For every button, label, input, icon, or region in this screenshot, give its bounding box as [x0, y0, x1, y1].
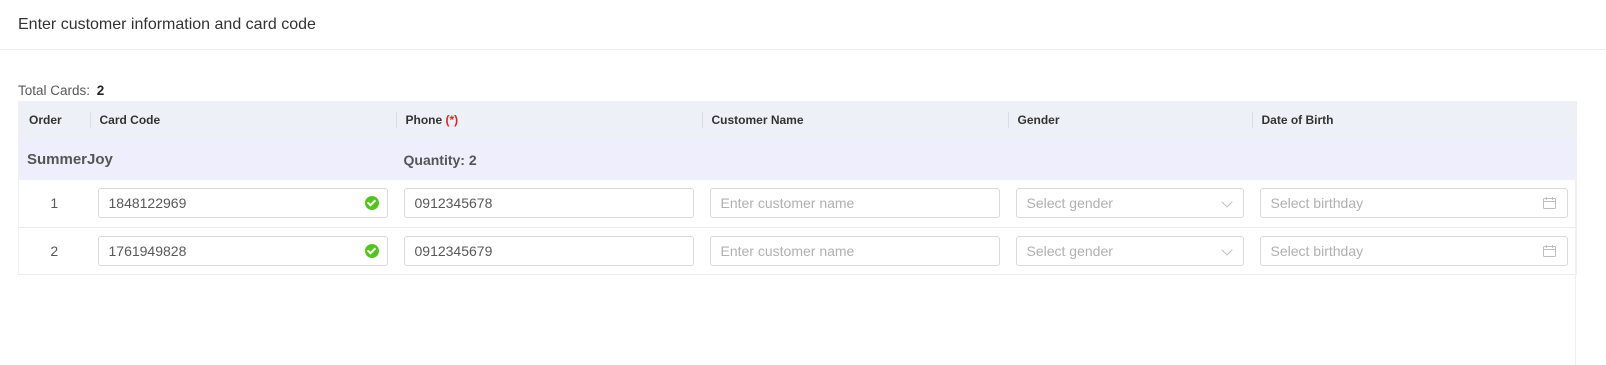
gender-select[interactable]: Select gender: [1015, 235, 1244, 266]
column-header-dob: Date of Birth: [1251, 101, 1577, 139]
total-cards-label: Total Cards:: [18, 83, 91, 98]
check-circle-icon: [364, 196, 379, 211]
cards-table: Order Card Code Phone (*) Customer Name …: [18, 101, 1577, 275]
group-name-cell: SummerJoy: [18, 139, 396, 180]
scrollbar-track[interactable]: [1575, 103, 1588, 365]
total-cards: Total Cards: 2: [18, 81, 1588, 101]
row-order: 1: [18, 180, 90, 228]
check-circle-icon: [364, 243, 379, 258]
customer-name-input[interactable]: Enter customer name: [709, 235, 1000, 266]
chevron-down-icon: [1220, 243, 1233, 256]
customer-name-placeholder: Enter customer name: [720, 242, 855, 259]
row-order: 2: [18, 227, 90, 275]
column-header-gender: Gender: [1007, 101, 1252, 139]
birthday-picker[interactable]: Select birthday: [1259, 188, 1568, 219]
card-code-cell: 1761949828: [89, 227, 396, 275]
gender-placeholder: Select gender: [1026, 195, 1113, 212]
gender-cell: Select gender: [1007, 180, 1252, 228]
card-code-input[interactable]: 1761949828: [97, 235, 388, 266]
column-header-card-code: Card Code: [89, 101, 396, 139]
birthday-placeholder: Select birthday: [1270, 195, 1364, 212]
gender-select[interactable]: Select gender: [1015, 188, 1244, 219]
required-marker: (*): [445, 113, 459, 127]
page-title: Enter customer information and card code: [18, 15, 316, 33]
phone-cell: 0912345679: [395, 227, 702, 275]
page-header: Enter customer information and card code: [0, 0, 1606, 50]
group-row: SummerJoy Quantity: 2: [18, 139, 1577, 180]
group-name: SummerJoy: [27, 151, 113, 168]
gender-cell: Select gender: [1007, 227, 1252, 275]
customer-name-cell: Enter customer name: [701, 227, 1008, 275]
column-header-phone: Phone (*): [395, 101, 702, 139]
table-header-row: Order Card Code Phone (*) Customer Name …: [18, 101, 1577, 139]
total-cards-value: 2: [96, 83, 105, 98]
group-quantity-cell: Quantity: 2: [395, 139, 1577, 180]
birthday-picker[interactable]: Select birthday: [1259, 235, 1568, 266]
main-content: Total Cards: 2 Order Card Code Phone (*)…: [0, 81, 1606, 365]
card-code-cell: 1848122969: [89, 180, 396, 228]
phone-value: 0912345678: [414, 195, 493, 212]
column-header-order: Order: [18, 101, 90, 139]
phone-input[interactable]: 0912345678: [403, 188, 694, 219]
calendar-icon: [1543, 244, 1556, 257]
card-code-value: 1848122969: [108, 195, 187, 212]
phone-cell: 0912345678: [395, 180, 702, 228]
card-code-value: 1761949828: [108, 242, 187, 259]
phone-value: 0912345679: [414, 242, 493, 259]
group-quantity: Quantity: 2: [403, 151, 477, 168]
customer-name-placeholder: Enter customer name: [720, 195, 855, 212]
calendar-icon: [1543, 197, 1556, 210]
table-row: 1 1848122969 0912345678 Enter customer n…: [18, 180, 1577, 228]
chevron-down-icon: [1220, 196, 1233, 208]
column-header-customer-name: Customer Name: [701, 101, 1008, 139]
card-code-input[interactable]: 1848122969: [97, 188, 388, 219]
birthday-placeholder: Select birthday: [1270, 242, 1364, 259]
phone-header-label: Phone: [405, 113, 443, 127]
customer-name-cell: Enter customer name: [701, 180, 1008, 228]
customer-name-input[interactable]: Enter customer name: [709, 188, 1000, 219]
table-row: 2 1761949828 0912345679 Enter customer n…: [18, 227, 1577, 275]
phone-input[interactable]: 0912345679: [403, 235, 694, 266]
dob-cell: Select birthday: [1251, 180, 1577, 228]
gender-placeholder: Select gender: [1026, 242, 1113, 259]
dob-cell: Select birthday: [1251, 227, 1577, 275]
